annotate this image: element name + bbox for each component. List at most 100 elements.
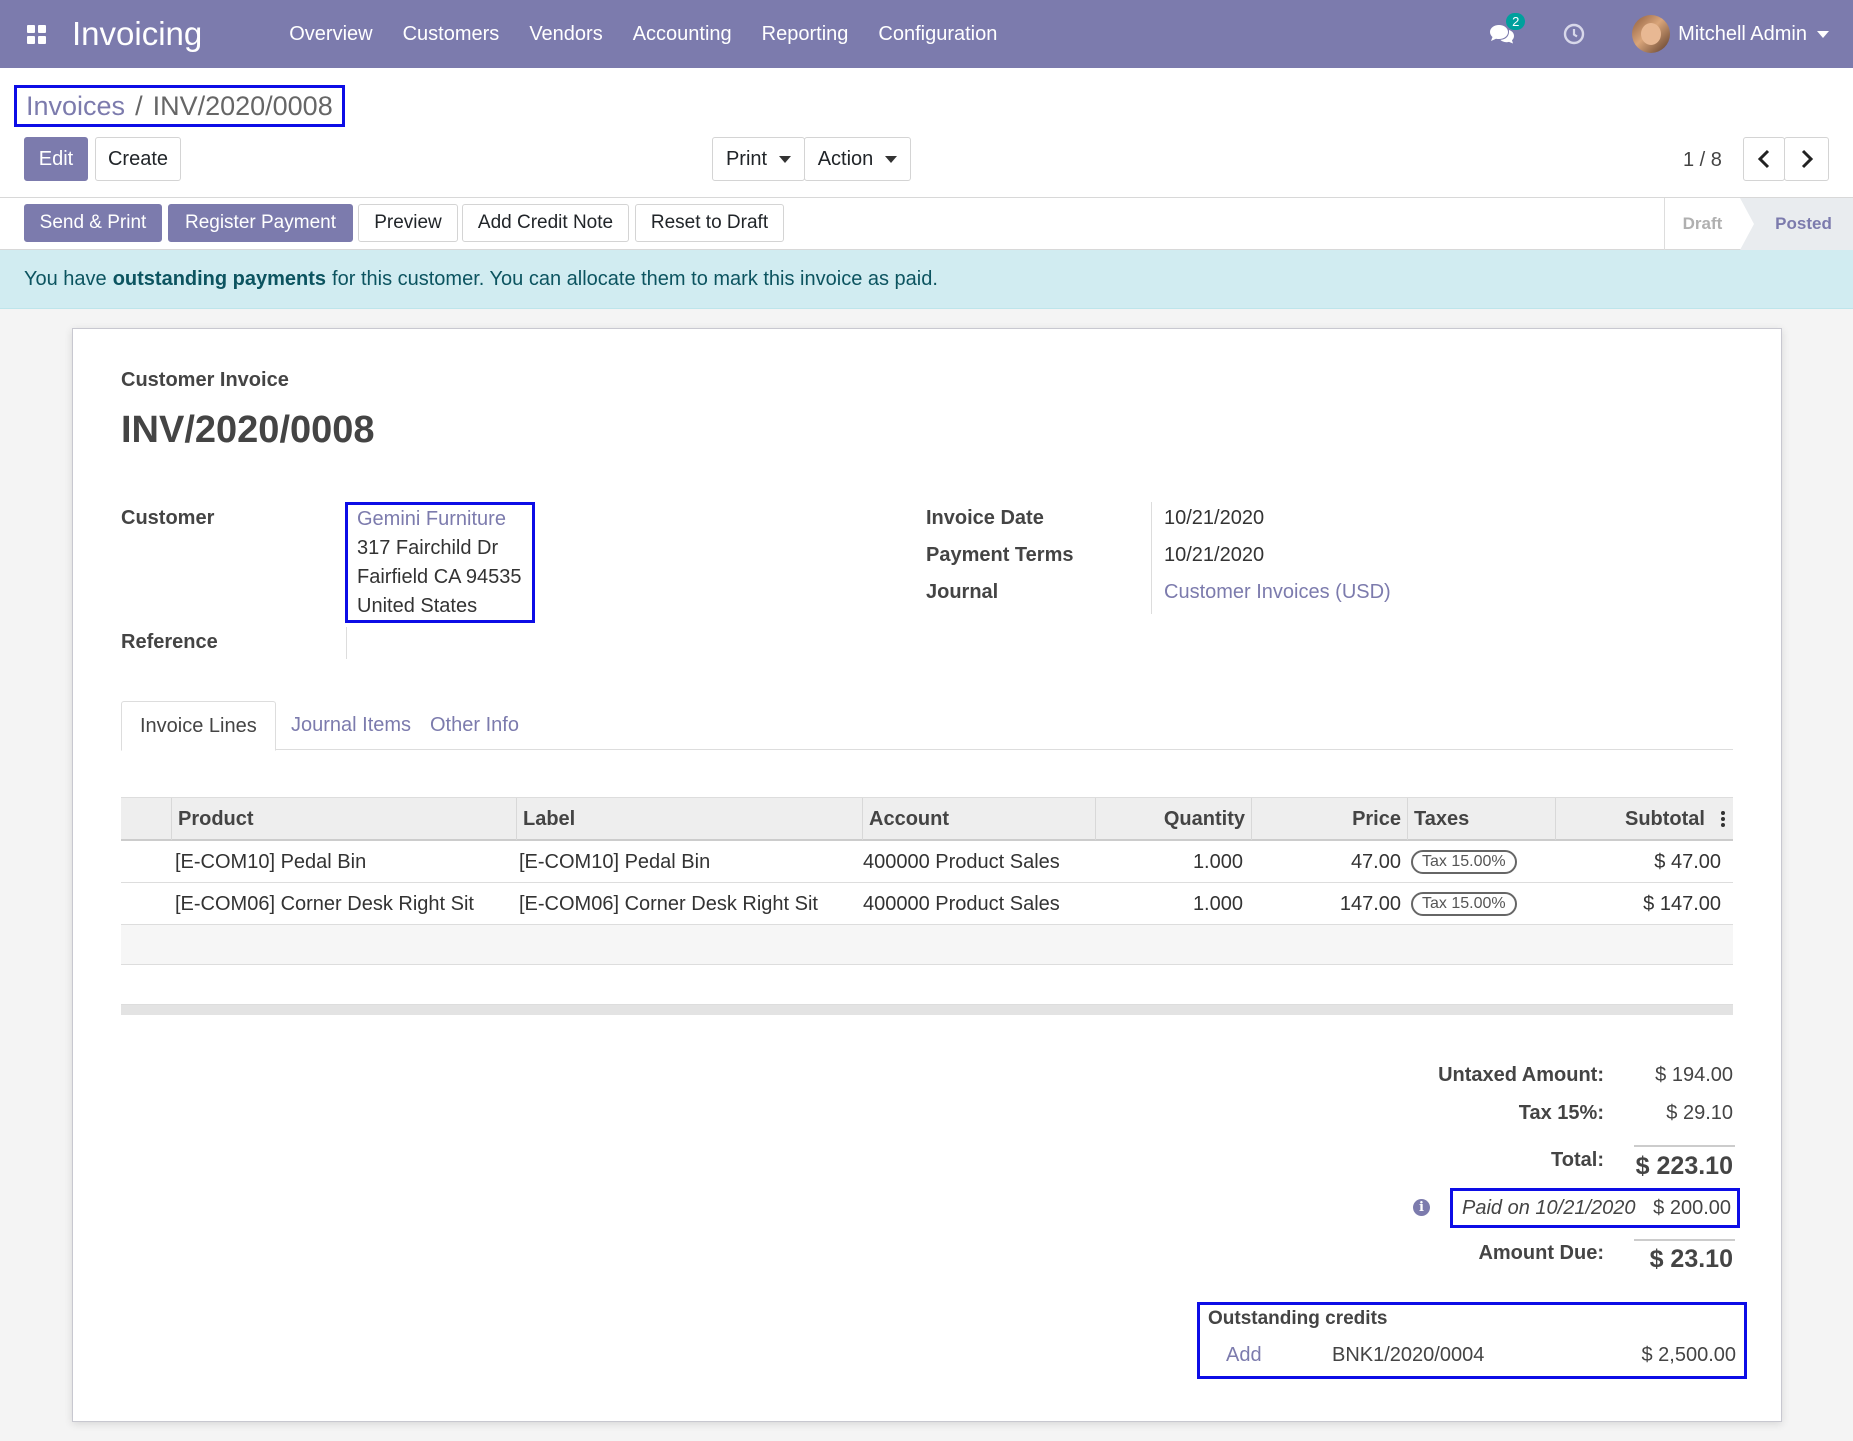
- cell-quantity: 1.000: [1192, 850, 1243, 873]
- invoice-date-value: 10/21/2020: [1164, 507, 1265, 529]
- total-divider: [1634, 1145, 1735, 1147]
- chevron-down-icon: [779, 155, 792, 163]
- invoice-number: INV/2020/0008: [121, 409, 375, 451]
- empty-row: [121, 925, 1733, 965]
- customer-label: Customer: [121, 507, 215, 529]
- tab-invoice-lines[interactable]: Invoice Lines: [121, 701, 276, 751]
- apps-menu-icon[interactable]: [0, 0, 72, 68]
- untaxed-amount-label: Untaxed Amount:: [1438, 1064, 1604, 1086]
- invoice-sheet: Customer Invoice INV/2020/0008 Customer …: [72, 328, 1782, 1422]
- user-menu-name[interactable]: Mitchell Admin: [1678, 23, 1807, 46]
- journal-link[interactable]: Customer Invoices (USD): [1164, 581, 1391, 604]
- chevron-right-icon: [1801, 149, 1813, 169]
- add-credit-link[interactable]: Add: [1226, 1344, 1262, 1367]
- address-line-2: Fairfield CA 94535: [357, 566, 522, 588]
- pager-previous-button[interactable]: [1743, 137, 1785, 181]
- outstanding-credits-title: Outstanding credits: [1208, 1308, 1388, 1329]
- tab-other-info[interactable]: Other Info: [412, 701, 537, 750]
- menu-reporting[interactable]: Reporting: [747, 0, 864, 68]
- messaging-button[interactable]: 2: [1472, 13, 1532, 45]
- credit-reference: BNK1/2020/0004: [1332, 1344, 1485, 1366]
- customer-name-link[interactable]: Gemini Furniture: [357, 505, 532, 534]
- reference-field[interactable]: [346, 627, 347, 659]
- add-credit-note-button[interactable]: Add Credit Note: [462, 204, 629, 242]
- menu-configuration[interactable]: Configuration: [863, 0, 1012, 68]
- cell-product: [E-COM06] Corner Desk Right Sit: [175, 892, 474, 915]
- info-icon[interactable]: i: [1413, 1199, 1430, 1216]
- breadcrumb-current: INV/2020/0008: [152, 90, 333, 121]
- col-account[interactable]: Account: [862, 798, 1095, 840]
- notebook-tabs: Invoice Lines Journal Items Other Info: [121, 701, 1733, 751]
- send-print-button[interactable]: Send & Print: [24, 204, 162, 242]
- edit-button[interactable]: Edit: [24, 137, 88, 181]
- print-dropdown[interactable]: Print: [712, 137, 805, 181]
- top-navbar: Invoicing Overview Customers Vendors Acc…: [0, 0, 1853, 68]
- amount-due-value: $ 23.10: [1649, 1245, 1733, 1273]
- print-label: Print: [725, 147, 768, 170]
- pager-next-button[interactable]: [1784, 137, 1829, 181]
- cell-taxes: Tax 15.00%: [1405, 883, 1523, 925]
- cell-label: [E-COM10] Pedal Bin: [519, 850, 711, 873]
- tax-label: Tax 15%:: [1518, 1102, 1604, 1124]
- cell-subtotal: $ 47.00: [1654, 850, 1721, 873]
- alert-bold: outstanding payments: [112, 267, 327, 290]
- cell-account: 400000 Product Sales: [863, 892, 1060, 915]
- outstanding-payments-alert: You have outstanding payments for this c…: [0, 250, 1853, 309]
- col-subtotal[interactable]: Subtotal: [1555, 798, 1711, 840]
- table-row[interactable]: [E-COM06] Corner Desk Right Sit [E-COM06…: [121, 883, 1733, 925]
- menu-accounting[interactable]: Accounting: [618, 0, 747, 68]
- menu-vendors[interactable]: Vendors: [514, 0, 617, 68]
- menu-customers[interactable]: Customers: [388, 0, 515, 68]
- amount-due-label: Amount Due:: [1478, 1242, 1604, 1264]
- tab-journal-items[interactable]: Journal Items: [273, 701, 429, 750]
- breadcrumb: Invoices / INV/2020/0008: [14, 85, 345, 127]
- navbar-right: 2 Mitchell Admin: [1472, 0, 1853, 68]
- reference-label: Reference: [121, 631, 218, 653]
- create-button[interactable]: Create: [95, 137, 181, 181]
- payment-terms-label: Payment Terms: [926, 544, 1074, 566]
- col-taxes[interactable]: Taxes: [1407, 798, 1555, 840]
- status-stage-posted: Posted: [1740, 198, 1853, 250]
- outstanding-credits-box: Outstanding credits Add BNK1/2020/0004 $…: [1197, 1302, 1747, 1379]
- address-line-1: 317 Fairchild Dr: [357, 537, 499, 559]
- address-line-3: United States: [357, 595, 478, 617]
- pager-value[interactable]: 1 / 8: [1683, 149, 1722, 172]
- user-avatar[interactable]: [1632, 15, 1671, 53]
- col-quantity[interactable]: Quantity: [1095, 798, 1251, 840]
- cell-account: 400000 Product Sales: [863, 850, 1060, 873]
- preview-button[interactable]: Preview: [358, 204, 458, 242]
- control-panel: Invoices / INV/2020/0008 Edit Create Pri…: [0, 68, 1853, 198]
- col-price[interactable]: Price: [1251, 798, 1407, 840]
- optional-columns-icon[interactable]: [1721, 811, 1725, 829]
- total-value: $ 223.10: [1635, 1152, 1733, 1180]
- breadcrumb-invoices-link[interactable]: Invoices: [26, 91, 125, 122]
- action-dropdown[interactable]: Action: [804, 137, 911, 181]
- reset-to-draft-button[interactable]: Reset to Draft: [635, 204, 784, 242]
- status-bar: Send & Print Register Payment Preview Ad…: [0, 198, 1853, 250]
- cell-price: 47.00: [1350, 850, 1401, 873]
- horizontal-scrollbar[interactable]: [121, 1005, 1733, 1015]
- journal-label: Journal: [926, 581, 999, 603]
- col-label[interactable]: Label: [516, 798, 862, 840]
- chat-badge: 2: [1506, 13, 1526, 30]
- table-row[interactable]: [E-COM10] Pedal Bin [E-COM10] Pedal Bin …: [121, 841, 1733, 883]
- app-title[interactable]: Invoicing: [72, 15, 202, 53]
- status-stage-draft: Draft: [1664, 198, 1740, 250]
- invoice-date-label: Invoice Date: [926, 507, 1044, 529]
- col-product[interactable]: Product: [171, 798, 516, 840]
- register-payment-button[interactable]: Register Payment: [168, 204, 353, 242]
- activity-button[interactable]: [1550, 23, 1598, 45]
- due-divider: [1634, 1239, 1735, 1241]
- menu-overview[interactable]: Overview: [274, 0, 387, 68]
- untaxed-amount-value: $ 194.00: [1655, 1064, 1733, 1086]
- chevron-down-icon[interactable]: [1817, 30, 1829, 38]
- document-type-label: Customer Invoice: [121, 369, 289, 391]
- tax-tag: Tax 15.00%: [1411, 892, 1517, 916]
- cell-product: [E-COM10] Pedal Bin: [175, 850, 367, 873]
- cell-price: 147.00: [1339, 892, 1401, 915]
- payment-line: Paid on 10/21/2020 $ 200.00: [1450, 1188, 1740, 1228]
- cell-label: [E-COM06] Corner Desk Right Sit: [519, 892, 818, 915]
- tax-tag: Tax 15.00%: [1411, 850, 1517, 874]
- customer-address-block: Gemini Furniture 317 Fairchild Dr Fairfi…: [345, 502, 535, 623]
- tax-value: $ 29.10: [1666, 1102, 1733, 1124]
